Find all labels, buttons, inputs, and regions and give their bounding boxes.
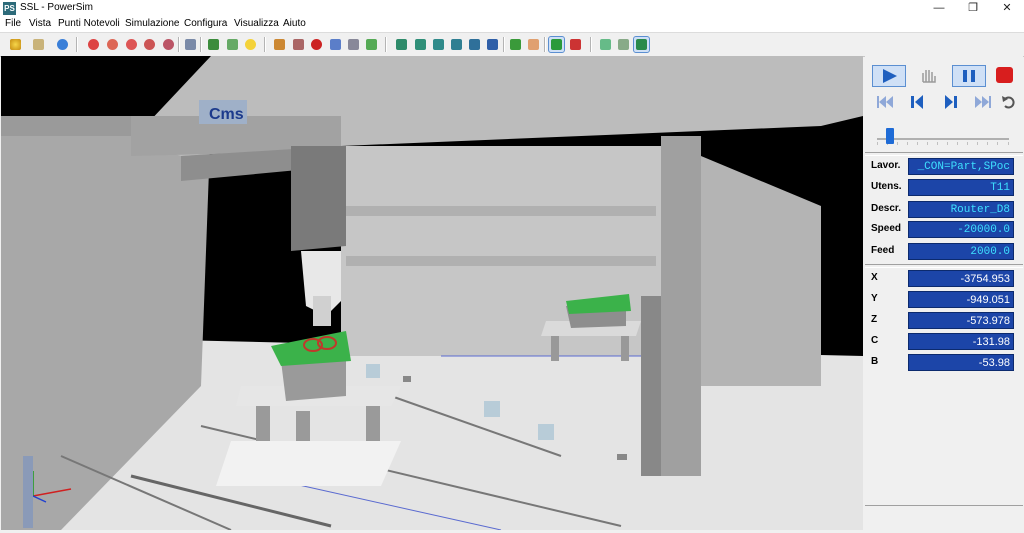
view-right-icon[interactable] bbox=[449, 37, 464, 52]
step-forward-button[interactable] bbox=[940, 92, 962, 112]
speed-label: Speed bbox=[871, 223, 902, 234]
slider-thumb[interactable] bbox=[886, 128, 895, 144]
repeat-button[interactable] bbox=[999, 92, 1021, 112]
x-value: -3754.953 bbox=[908, 270, 1014, 287]
view-iso-icon[interactable] bbox=[485, 37, 500, 52]
lavor-value: _CON=Part,SPoc bbox=[908, 158, 1014, 175]
machine-icon[interactable] bbox=[206, 37, 221, 52]
menu-bar: File Vista Punti Notevoli Simulazione Co… bbox=[0, 17, 1024, 32]
utens-label: Utens. bbox=[871, 181, 902, 192]
descr-value: Router_D8 bbox=[908, 201, 1014, 218]
menu-visualizza[interactable]: Visualizza bbox=[234, 18, 279, 29]
skip-end-button[interactable] bbox=[972, 92, 994, 112]
view-back-icon[interactable] bbox=[413, 37, 428, 52]
axis-icon[interactable] bbox=[291, 37, 306, 52]
pause-button[interactable] bbox=[952, 65, 986, 87]
feed-value: 2000.0 bbox=[908, 243, 1014, 260]
menu-simulazione[interactable]: Simulazione bbox=[125, 18, 179, 29]
stop-icon bbox=[996, 67, 1013, 83]
brand-label: Cms bbox=[209, 106, 244, 123]
pen-icon[interactable] bbox=[272, 37, 287, 52]
skip-end-icon bbox=[975, 96, 991, 108]
play-icon bbox=[883, 69, 897, 83]
view-front-icon[interactable] bbox=[394, 37, 409, 52]
simulation-viewport[interactable]: Cms bbox=[1, 56, 863, 530]
step-back-button[interactable] bbox=[906, 92, 928, 112]
z-value: -573.978 bbox=[908, 312, 1014, 329]
control-panel: Lavor. _CON=Part,SPoc Utens. T11 Descr. … bbox=[865, 56, 1023, 533]
toolbar bbox=[0, 32, 1024, 57]
zoom-window-icon[interactable] bbox=[142, 37, 157, 52]
step-back-icon bbox=[911, 95, 923, 109]
table-icon[interactable] bbox=[346, 37, 361, 52]
maximize-button[interactable]: ❐ bbox=[956, 0, 990, 17]
view-top-icon[interactable] bbox=[467, 37, 482, 52]
y-label: Y bbox=[871, 293, 878, 304]
b-value: -53.98 bbox=[908, 354, 1014, 371]
title-bar: PS SSL - PowerSim — ❐ ✕ bbox=[0, 0, 1024, 17]
simulation-slider[interactable] bbox=[877, 136, 1009, 145]
repeat-icon bbox=[1002, 96, 1015, 109]
utens-value: T11 bbox=[908, 179, 1014, 196]
record-icon[interactable] bbox=[309, 37, 324, 52]
menu-aiuto[interactable]: Aiuto bbox=[283, 18, 306, 29]
hand-icon[interactable] bbox=[526, 37, 541, 52]
graph-icon[interactable] bbox=[364, 37, 379, 52]
right-wall bbox=[701, 156, 821, 386]
download-icon[interactable] bbox=[55, 37, 70, 52]
zoom-fit-icon[interactable] bbox=[161, 37, 176, 52]
speed-value: -20000.0 bbox=[908, 221, 1014, 238]
lavor-label: Lavor. bbox=[871, 160, 901, 171]
window-title: SSL - PowerSim bbox=[20, 2, 93, 13]
fit-screen-icon[interactable] bbox=[183, 37, 198, 52]
menu-punti-notevoli[interactable]: Punti Notevoli bbox=[58, 18, 120, 29]
zoom-out-icon[interactable] bbox=[124, 37, 139, 52]
shield-outline-icon[interactable] bbox=[616, 37, 631, 52]
skip-start-button[interactable] bbox=[874, 92, 896, 112]
menu-vista[interactable]: Vista bbox=[29, 18, 51, 29]
machine-scene: Cms bbox=[1, 56, 863, 530]
skip-start-icon bbox=[877, 96, 893, 108]
lamp-icon[interactable] bbox=[243, 37, 258, 52]
play-button[interactable] bbox=[872, 65, 906, 87]
view-left-icon[interactable] bbox=[431, 37, 446, 52]
hand-button[interactable] bbox=[913, 65, 945, 85]
report-icon[interactable] bbox=[328, 37, 343, 52]
c-label: C bbox=[871, 335, 879, 346]
minimize-button[interactable]: — bbox=[922, 0, 956, 17]
pause-icon bbox=[963, 70, 975, 82]
zoom-in-icon[interactable] bbox=[105, 37, 120, 52]
descr-label: Descr. bbox=[871, 203, 902, 214]
z-label: Z bbox=[871, 314, 878, 325]
tool-icon[interactable] bbox=[225, 37, 240, 52]
shield-green-icon[interactable] bbox=[633, 36, 650, 53]
menu-configura[interactable]: Configura bbox=[184, 18, 227, 29]
stop-button[interactable] bbox=[989, 65, 1021, 85]
pan-icon[interactable] bbox=[508, 37, 523, 52]
x-label: X bbox=[871, 272, 878, 283]
check-icon[interactable] bbox=[548, 36, 565, 53]
c-value: -131.98 bbox=[908, 333, 1014, 350]
step-forward-icon bbox=[945, 95, 957, 109]
b-label: B bbox=[871, 356, 879, 367]
status-area bbox=[865, 505, 1023, 532]
refresh-icon[interactable] bbox=[8, 37, 23, 52]
app-icon: PS bbox=[3, 2, 16, 15]
menu-file[interactable]: File bbox=[5, 18, 21, 29]
left-part-green bbox=[271, 331, 351, 366]
z-column bbox=[291, 146, 346, 251]
y-value: -949.051 bbox=[908, 291, 1014, 308]
shield-icon[interactable] bbox=[598, 37, 613, 52]
feed-label: Feed bbox=[871, 245, 895, 256]
marker-icon[interactable] bbox=[568, 37, 583, 52]
print-icon[interactable] bbox=[31, 37, 46, 52]
close-button[interactable]: ✕ bbox=[990, 0, 1024, 17]
zoom-icon[interactable] bbox=[86, 37, 101, 52]
hand-icon bbox=[922, 70, 936, 83]
